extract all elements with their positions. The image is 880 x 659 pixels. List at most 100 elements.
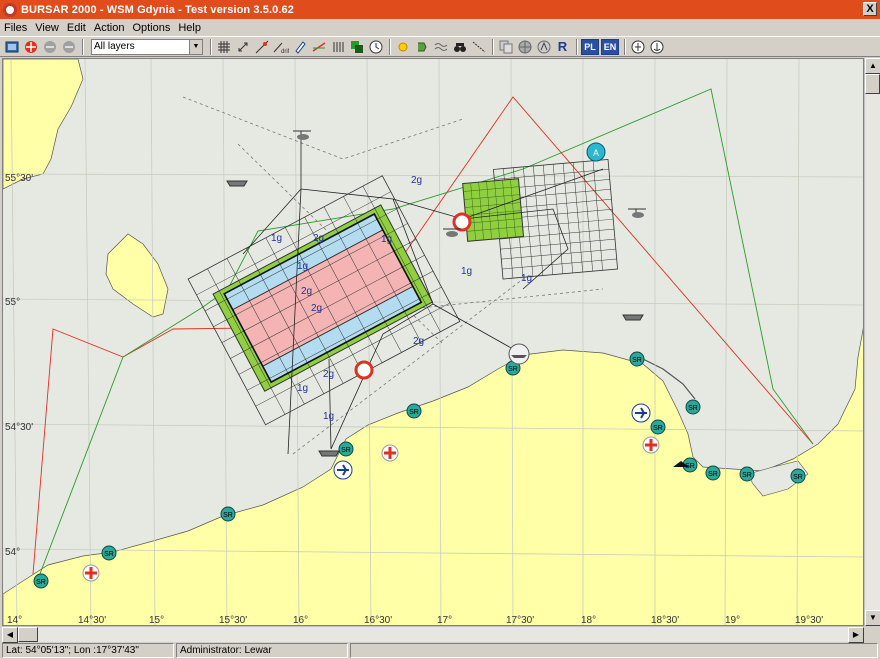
svg-text:drift: drift	[281, 49, 289, 54]
r-button[interactable]: R	[554, 39, 571, 55]
sr-label: SR	[793, 474, 803, 481]
sr-station[interactable]: SR	[629, 351, 645, 367]
clock-icon[interactable]	[367, 39, 384, 55]
sr-station[interactable]: SR	[685, 399, 701, 415]
lat-label: 55°30'	[5, 173, 33, 184]
vertical-scroll-thumb[interactable]	[865, 74, 880, 94]
menu-action[interactable]: Action	[94, 22, 125, 34]
horizontal-scrollbar[interactable]: ◀ ▶	[2, 626, 864, 643]
lang-en-button[interactable]: EN	[601, 38, 619, 55]
hospital-icon[interactable]	[82, 564, 100, 582]
hospital-icon[interactable]	[642, 436, 660, 454]
sign-icon[interactable]	[629, 39, 646, 55]
status-bar: Lat: 54°05'13"; Lon :17°37'43" Administr…	[0, 642, 880, 659]
wave-icon[interactable]	[432, 39, 449, 55]
sr-station[interactable]: SR	[101, 545, 117, 561]
lon-label: 15°	[149, 615, 164, 626]
target-icon[interactable]	[22, 39, 39, 55]
layers-icon[interactable]	[348, 39, 365, 55]
menu-options[interactable]: Options	[132, 22, 170, 34]
menu-help[interactable]: Help	[178, 22, 201, 34]
sr-station[interactable]: SR	[739, 466, 755, 482]
compass-icon[interactable]	[535, 39, 552, 55]
menu-bar: Files View Edit Action Options Help	[0, 19, 880, 36]
airport-icon[interactable]	[333, 460, 353, 480]
sr-label: SR	[409, 409, 419, 416]
ship-icon[interactable]	[318, 450, 340, 457]
status-blank	[350, 643, 878, 658]
lon-label: 19°	[725, 615, 740, 626]
sr-station[interactable]: SR	[705, 465, 721, 481]
svg-text:A: A	[593, 148, 599, 158]
toolbar-separator	[576, 38, 578, 55]
map-icon[interactable]	[3, 39, 20, 55]
close-button[interactable]: X	[863, 2, 877, 16]
ship-icon[interactable]	[508, 343, 530, 365]
sr-label: SR	[653, 425, 663, 432]
parallel-icon[interactable]	[329, 39, 346, 55]
scroll-up-button[interactable]: ▲	[865, 58, 880, 74]
ship-icon[interactable]	[226, 180, 248, 187]
helicopter-icon[interactable]	[628, 208, 646, 218]
chevron-down-icon[interactable]: ▼	[189, 39, 202, 54]
vertical-scrollbar[interactable]: ▲ ▼	[864, 58, 880, 626]
lon-label: 16°30'	[364, 615, 392, 626]
grid-label: 2g	[411, 175, 422, 186]
search-area-grid-main	[187, 175, 461, 426]
coastline-land-topleft	[3, 59, 84, 190]
horizontal-scroll-thumb[interactable]	[18, 627, 38, 642]
r-label: R	[557, 39, 568, 54]
wind-icon[interactable]	[413, 39, 430, 55]
pencil-icon[interactable]	[291, 39, 308, 55]
grid-label: 2g	[413, 336, 424, 347]
layer-select[interactable]: All layers ▼	[91, 38, 203, 55]
globe-icon[interactable]	[516, 39, 533, 55]
menu-files[interactable]: Files	[4, 22, 27, 34]
zoom-icon[interactable]	[234, 39, 251, 55]
scroll-left-button[interactable]: ◀	[2, 627, 18, 643]
copy-icon[interactable]	[497, 39, 514, 55]
menu-view[interactable]: View	[35, 22, 59, 34]
binoculars-icon[interactable]	[451, 39, 468, 55]
anchor-icon[interactable]	[648, 39, 665, 55]
lifebuoy-icon[interactable]	[354, 360, 374, 380]
grid-label: 1g	[381, 234, 392, 245]
sr-station[interactable]: SR	[650, 419, 666, 435]
sr-label: SR	[104, 551, 114, 558]
toolbar-separator	[82, 38, 84, 55]
grid-label: 1g	[271, 233, 282, 244]
drift-icon[interactable]: drift	[272, 39, 289, 55]
lon-label: 17°	[437, 615, 452, 626]
sr-station[interactable]: SR	[406, 403, 422, 419]
disabled-circle-icon[interactable]	[41, 39, 58, 55]
chart-canvas[interactable]: 55°30' 55° 54°30' 54° 14° 14°30' 15° 15°…	[3, 59, 864, 626]
status-user: Administrator: Lewar	[176, 643, 348, 658]
sr-station[interactable]: SR	[33, 573, 49, 589]
grid-label: 2g	[323, 369, 334, 380]
lon-label: 18°30'	[651, 615, 679, 626]
sr-station[interactable]: SR	[220, 506, 236, 522]
lon-label: 14°	[7, 615, 22, 626]
sun-icon[interactable]	[394, 39, 411, 55]
sr-station[interactable]: SR	[338, 441, 354, 457]
hospital-icon[interactable]	[381, 444, 399, 462]
menu-edit[interactable]: Edit	[67, 22, 86, 34]
scroll-down-button[interactable]: ▼	[865, 610, 880, 626]
anchor-marker-icon[interactable]: A	[586, 142, 606, 162]
ship-icon[interactable]	[622, 314, 644, 321]
sr-station[interactable]: SR	[790, 468, 806, 484]
scroll-right-button[interactable]: ▶	[848, 627, 864, 643]
lang-pl-button[interactable]: PL	[581, 38, 599, 55]
map-view[interactable]: 55°30' 55° 54°30' 54° 14° 14°30' 15° 15°…	[2, 58, 864, 626]
grid-label: 1g	[461, 266, 472, 277]
disabled-circle-icon[interactable]	[60, 39, 77, 55]
line-icon[interactable]	[310, 39, 327, 55]
grid-label: 2g	[313, 233, 324, 244]
grid-label: 1g	[323, 411, 334, 422]
grid-icon[interactable]	[215, 39, 232, 55]
coastline-land-island	[105, 233, 169, 318]
lifebuoy-icon[interactable]	[452, 212, 472, 232]
route-icon[interactable]	[253, 39, 270, 55]
airport-icon[interactable]	[631, 403, 651, 423]
track-icon[interactable]	[470, 39, 487, 55]
